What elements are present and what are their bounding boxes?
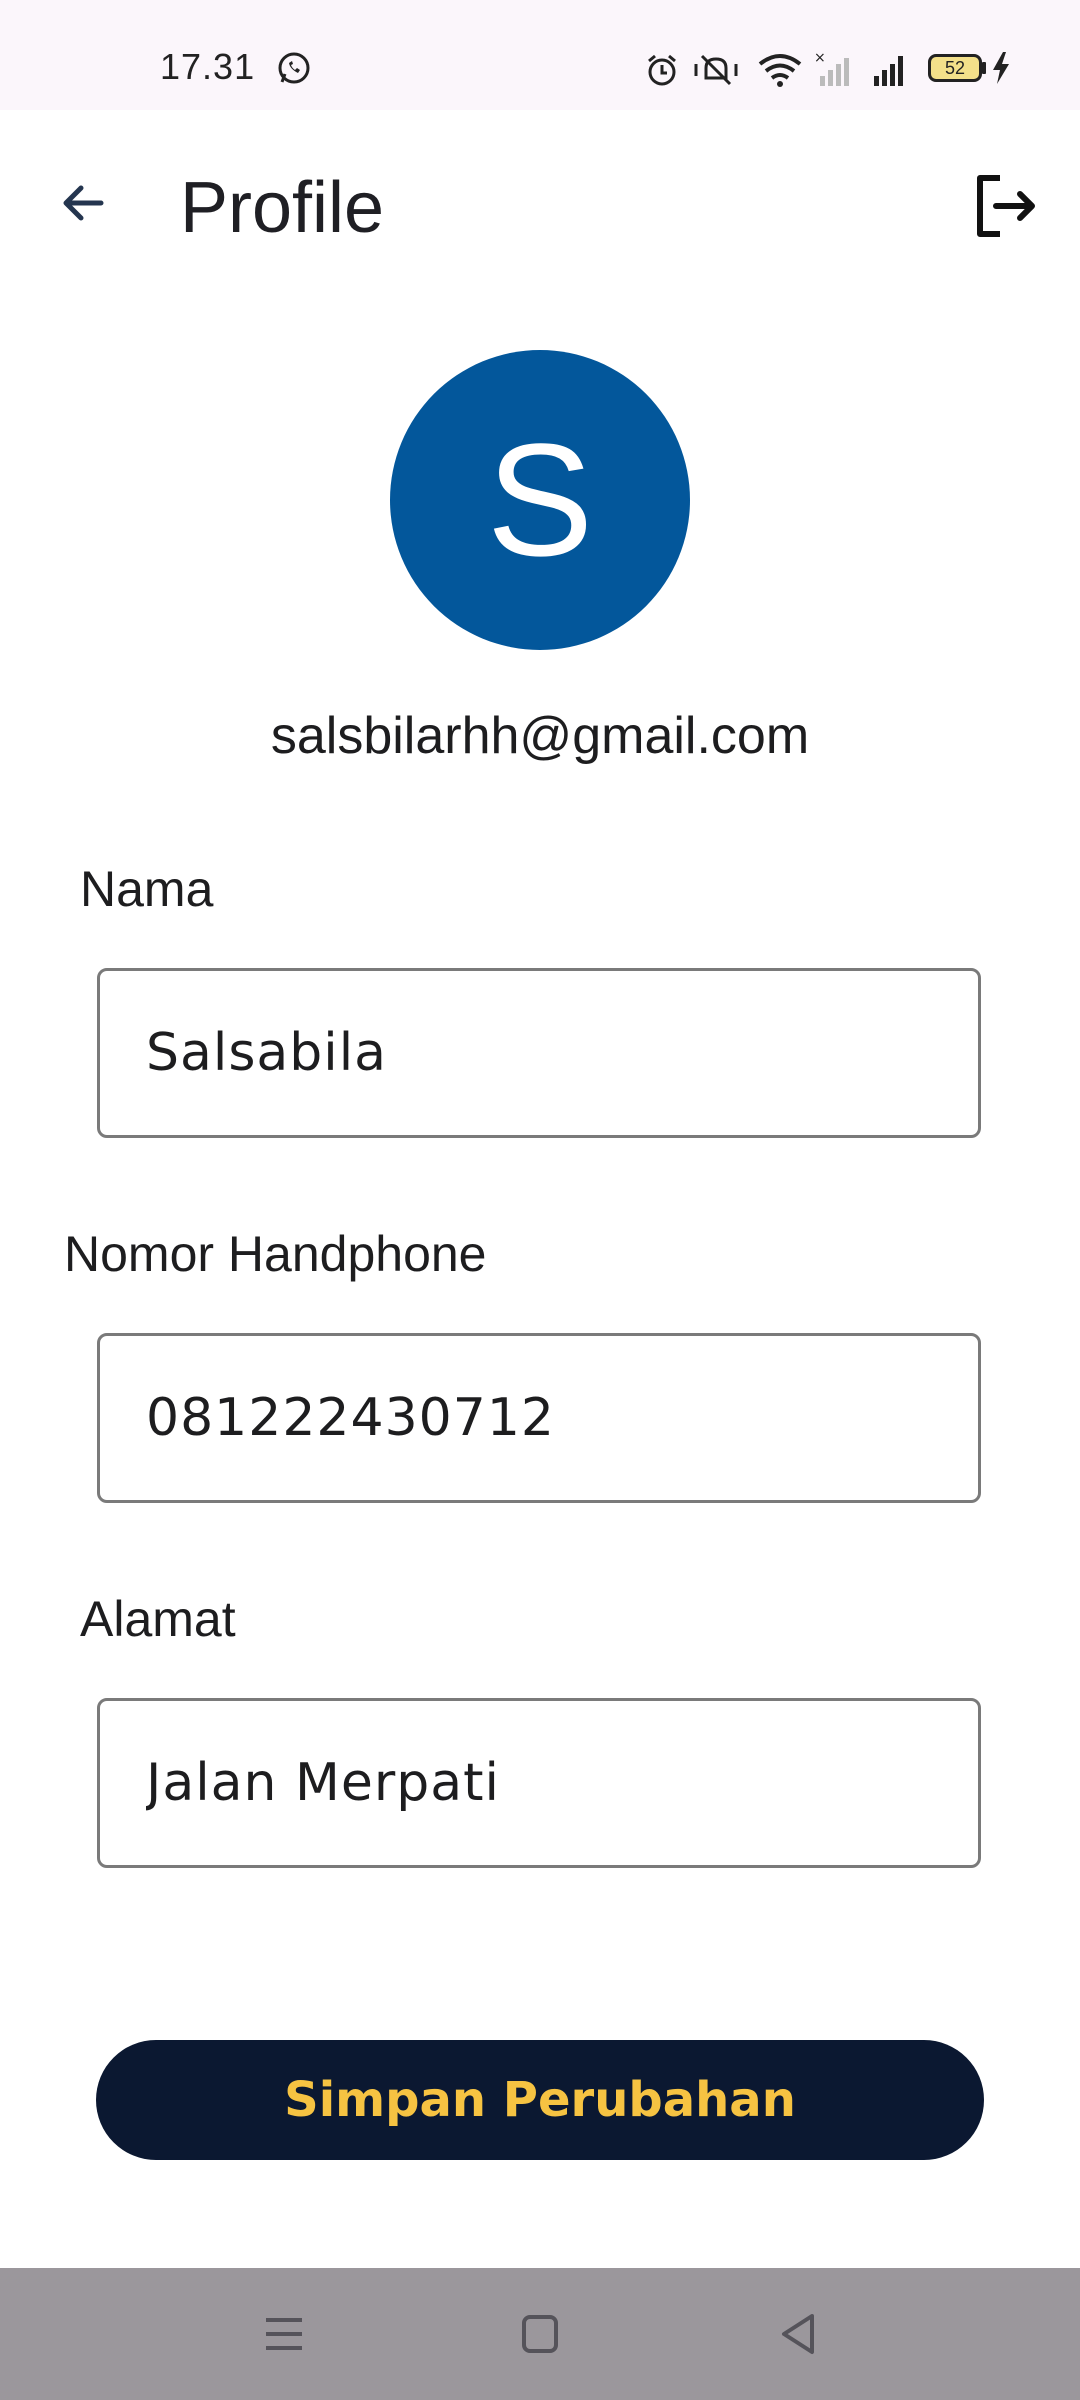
menu-icon[interactable]: [262, 2308, 306, 2360]
phone-input[interactable]: [146, 1336, 926, 1500]
save-changes-label: Simpan Perubahan: [284, 2072, 796, 2128]
status-bar: 17.31 × 52: [0, 0, 1080, 110]
home-square-icon[interactable]: [518, 2308, 562, 2360]
avatar: S: [390, 350, 690, 650]
page-title: Profile: [180, 168, 385, 248]
arrow-left-icon[interactable]: [55, 175, 111, 231]
system-nav-bar: [0, 2268, 1080, 2400]
status-time: 17.31: [160, 46, 256, 87]
address-field[interactable]: [97, 1698, 981, 1868]
signal-x-icon: ×: [814, 50, 849, 86]
save-changes-button[interactable]: Simpan Perubahan: [96, 2040, 984, 2160]
address-label: Alamat: [80, 1591, 236, 1647]
signal-icon: [874, 56, 903, 86]
logout-icon[interactable]: [968, 170, 1040, 242]
name-label: Nama: [80, 861, 214, 917]
wifi-icon: [758, 54, 802, 87]
avatar-letter: S: [486, 410, 594, 589]
charging-icon: [993, 52, 1009, 84]
alarm-icon: [648, 54, 676, 86]
phone-label: Nomor Handphone: [64, 1226, 487, 1282]
name-input[interactable]: [146, 971, 926, 1135]
back-triangle-icon[interactable]: [776, 2308, 820, 2360]
whatsapp-icon: [278, 52, 310, 84]
battery-tip: [982, 62, 986, 74]
name-field[interactable]: [97, 968, 981, 1138]
svg-text:×: ×: [814, 50, 826, 66]
mute-icon: [694, 54, 738, 86]
address-input[interactable]: [146, 1701, 926, 1865]
battery-icon: 52: [928, 54, 982, 82]
battery-level: 52: [944, 57, 966, 78]
phone-field[interactable]: [97, 1333, 981, 1503]
user-email: salsbilarhh@gmail.com: [270, 707, 810, 765]
